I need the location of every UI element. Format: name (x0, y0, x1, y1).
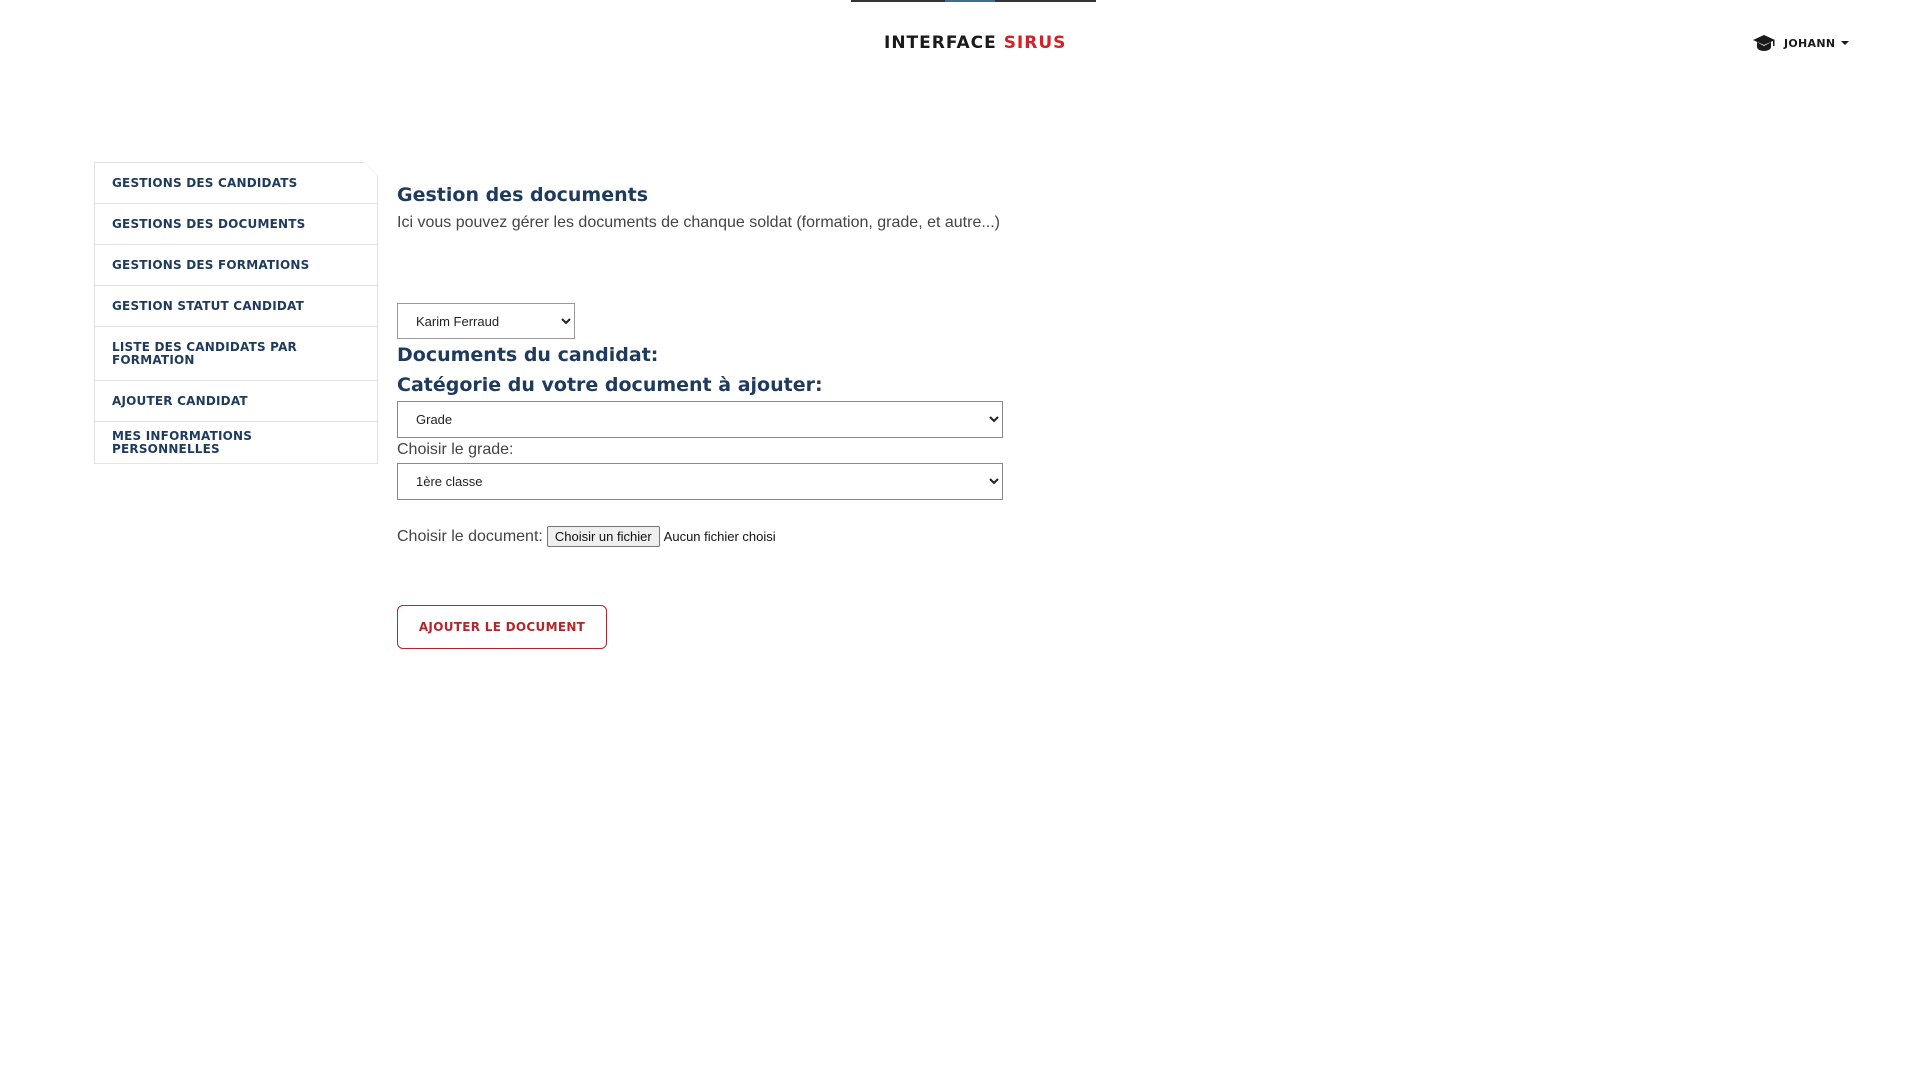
brand-text-main: INTERFACE (884, 33, 1004, 53)
top-decor-accent (945, 0, 995, 2)
sidebar: GESTIONS DES CANDIDATS GESTIONS DES DOCU… (94, 162, 378, 464)
user-menu[interactable]: JOHANN (1752, 34, 1850, 52)
sidebar-item-liste-candidats-formation[interactable]: LISTE DES CANDIDATS PAR FORMATION (95, 327, 377, 381)
user-name: JOHANN (1784, 36, 1836, 50)
sidebar-item-gestion-statut[interactable]: GESTION STATUT CANDIDAT (95, 286, 377, 327)
grade-label: Choisir le grade: (397, 441, 514, 458)
sidebar-item-gestions-documents[interactable]: GESTIONS DES DOCUMENTS (95, 204, 377, 245)
candidate-select[interactable]: Karim Ferraud (397, 303, 575, 339)
category-select[interactable]: Grade (397, 401, 1003, 438)
documents-title: Documents du candidat: (397, 344, 659, 366)
sidebar-item-gestions-candidats[interactable]: GESTIONS DES CANDIDATS (95, 163, 377, 204)
category-title: Catégorie du votre document à ajouter: (397, 374, 823, 396)
brand-text-accent: SIRUS (1003, 33, 1067, 53)
document-upload-row: Choisir le document: Choisir un fichier … (397, 526, 776, 547)
page-description: Ici vous pouvez gérer les documents de c… (397, 214, 1000, 231)
sidebar-item-ajouter-candidat[interactable]: AJOUTER CANDIDAT (95, 381, 377, 422)
graduation-cap-icon (1753, 35, 1775, 51)
sidebar-item-informations-personnelles[interactable]: MES INFORMATIONS PERSONNELLES (95, 422, 377, 463)
chevron-down-icon (1841, 41, 1850, 45)
sidebar-item-gestions-formations[interactable]: GESTIONS DES FORMATIONS (95, 245, 377, 286)
document-label: Choisir le document: (397, 527, 543, 545)
file-status: Aucun fichier choisi (663, 529, 776, 544)
page-title: Gestion des documents (397, 184, 649, 206)
sidebar-corner-decor (364, 162, 378, 176)
brand-logo[interactable]: INTERFACE SIRUS (884, 33, 1066, 53)
grade-select[interactable]: 1ère classe (397, 463, 1003, 500)
choose-file-button[interactable]: Choisir un fichier (546, 526, 660, 547)
add-document-button[interactable]: AJOUTER LE DOCUMENT (397, 605, 607, 649)
